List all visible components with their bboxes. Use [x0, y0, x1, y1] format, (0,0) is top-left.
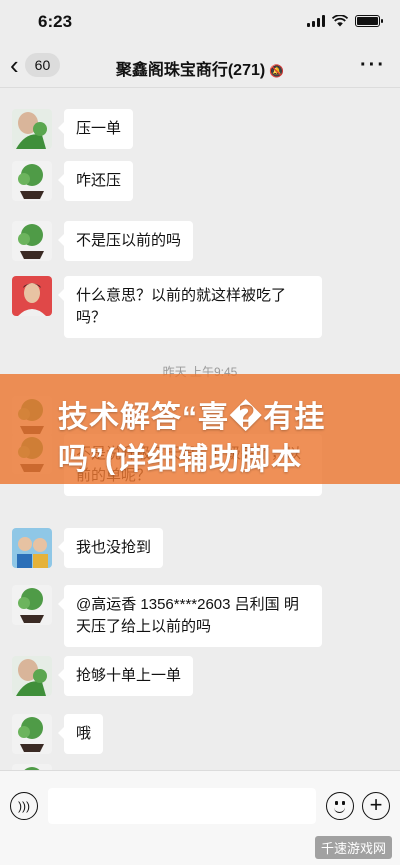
avatar-woman-plant[interactable]: [12, 656, 52, 696]
message-bubble[interactable]: @高运香 1356****2603 吕利国 明天压了给上以前的吗: [58, 585, 322, 647]
promo-line-1: 技术解答“喜�有挂: [58, 401, 326, 434]
status-time: 6:23: [38, 12, 73, 31]
signal-icon: [307, 15, 325, 27]
input-bar: ))) + 千速游戏网: [0, 770, 400, 865]
message-item: 什么意思？以前的就这样被吃了吗？: [12, 276, 322, 338]
message-bubble[interactable]: 我也没抢到: [57, 528, 164, 568]
message-bubble[interactable]: 不是压以前的吗: [57, 221, 194, 261]
plus-icon[interactable]: +: [362, 792, 390, 820]
message-bubble[interactable]: 咋还压: [57, 161, 134, 201]
message-bubble[interactable]: 抢够十单上一单: [57, 656, 194, 696]
message-item: 我也没抢到: [12, 528, 164, 568]
watermark: 千速游戏网: [314, 836, 392, 859]
message-item: 哦: [12, 714, 104, 754]
message-bubble[interactable]: 什么意思？以前的就这样被吃了吗？: [58, 276, 322, 338]
avatar-woman-plant[interactable]: [12, 109, 52, 149]
avatar-plant[interactable]: [12, 714, 52, 754]
avatar-plant[interactable]: [12, 585, 52, 625]
avatar-plant[interactable]: [12, 161, 52, 201]
chat-header: ‹ 60 聚鑫阁珠宝商行(271) 🔕 ···: [0, 44, 400, 88]
message-item: 压一单: [12, 109, 134, 149]
message-item: 不是压以前的吗: [12, 221, 194, 261]
message-item: 抢够十单上一单: [12, 656, 194, 696]
message-bubble[interactable]: 哦: [57, 714, 104, 754]
avatar-man-portrait[interactable]: [12, 276, 52, 316]
promo-banner: 技术解答“喜�有挂 吗”(详细辅助脚本: [0, 374, 400, 484]
avatar-plant[interactable]: [12, 221, 52, 261]
emoji-icon[interactable]: [326, 792, 354, 820]
message-input[interactable]: [48, 788, 316, 824]
battery-icon: [355, 15, 383, 27]
message-item: @高运香 1356****2603 吕利国 明天压了给上以前的吗: [12, 585, 322, 647]
group-name: 聚鑫阁珠宝商行(271): [115, 62, 266, 79]
avatar-kids-photo[interactable]: [12, 528, 52, 568]
chat-title: 聚鑫阁珠宝商行(271) 🔕: [0, 56, 400, 80]
voice-input-icon[interactable]: ))): [10, 792, 38, 820]
status-icons: [307, 15, 383, 27]
message-bubble[interactable]: 压一单: [57, 109, 134, 149]
promo-line-2: 吗”(详细辅助脚本: [58, 443, 302, 476]
message-item: 咋还压: [12, 161, 134, 201]
more-options-button[interactable]: ···: [360, 54, 386, 77]
mute-icon: 🔕: [269, 64, 285, 78]
wifi-icon: [332, 15, 348, 27]
status-bar: 6:23: [0, 0, 400, 44]
